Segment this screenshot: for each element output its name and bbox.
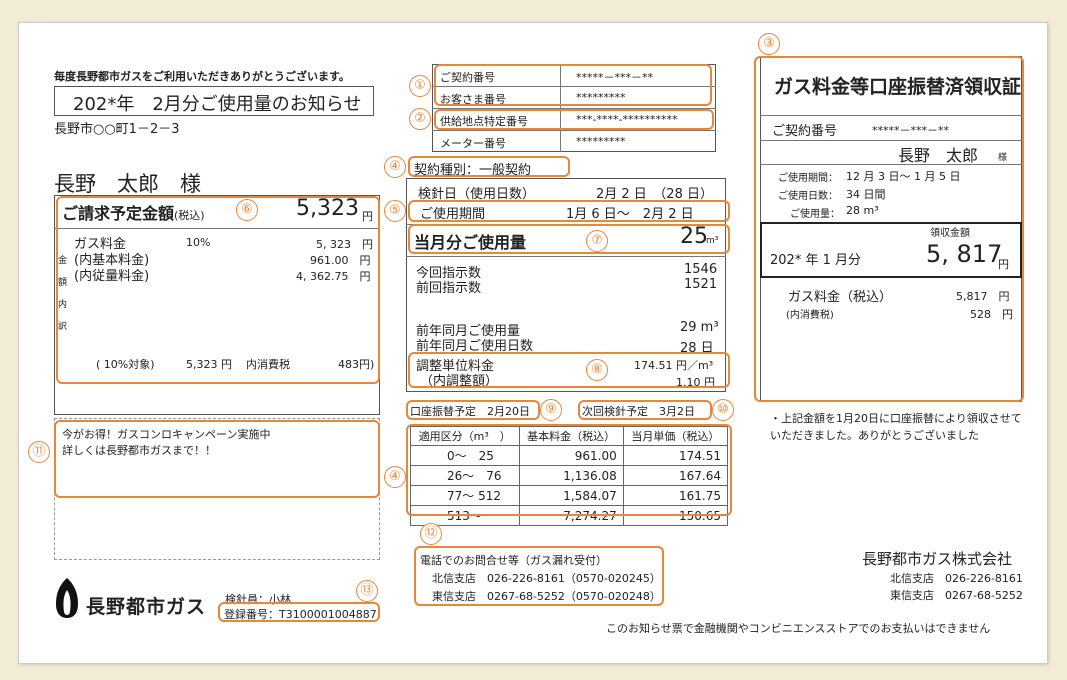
previous-reading-value: 1521 bbox=[684, 277, 718, 292]
highlight-contract-numbers bbox=[434, 64, 712, 106]
marker-7: ⑦ bbox=[586, 230, 608, 252]
highlight-contact bbox=[414, 546, 664, 606]
highlight-period bbox=[408, 200, 730, 222]
company-hokushin: 北信支店 026-226-8161 bbox=[890, 572, 1023, 585]
marker-9: ⑨ bbox=[540, 399, 562, 421]
company-name: 長野都市ガス株式会社 bbox=[862, 550, 1013, 568]
marker-10: ⑩ bbox=[712, 399, 734, 421]
receipt-note: ・上記金額を1月20日に口座振替により領収させていただきました。ありがとうござい… bbox=[770, 412, 1022, 442]
highlight-contract-type bbox=[408, 156, 570, 177]
notice-title-box: 202*年 2月分ご使用量のお知らせ bbox=[54, 86, 374, 116]
marker-13: ⑬ bbox=[356, 580, 378, 602]
highlight-billing bbox=[56, 196, 380, 384]
marker-3: ③ bbox=[758, 33, 780, 55]
greeting: 毎度長野都市ガスをご利用いただきありがとうございます。 bbox=[54, 70, 350, 83]
usage-divider-2 bbox=[406, 256, 726, 257]
highlight-adjust bbox=[408, 352, 730, 388]
marker-6: ⑥ bbox=[236, 199, 258, 221]
current-reading-value: 1546 bbox=[684, 262, 718, 277]
highlight-registration bbox=[218, 602, 380, 622]
contract-row-line-3 bbox=[432, 130, 716, 131]
marker-4-table: ④ bbox=[384, 466, 406, 488]
highlight-campaign bbox=[54, 420, 380, 498]
marker-5: ⑤ bbox=[384, 200, 406, 222]
marker-1: ① bbox=[409, 75, 431, 97]
highlight-transfer bbox=[406, 400, 540, 420]
meter-no-value: ********* bbox=[576, 135, 626, 148]
last-year-usage-value: 29 m³ bbox=[680, 320, 719, 335]
address: 長野市○○町1－2－3 bbox=[54, 122, 180, 137]
highlight-next-reading bbox=[578, 400, 712, 420]
marker-12: ⑫ bbox=[420, 523, 442, 545]
previous-reading-label: 前回指示数 bbox=[416, 281, 482, 296]
customer-name: 長野 太郎 様 bbox=[54, 172, 201, 196]
highlight-this-month bbox=[408, 224, 730, 254]
highlight-receipt bbox=[754, 56, 1024, 402]
marker-2: ② bbox=[409, 108, 431, 130]
notice-title: 202*年 2月分ご使用量のお知らせ bbox=[73, 94, 362, 115]
highlight-supply-point bbox=[434, 109, 714, 130]
marker-4: ④ bbox=[384, 156, 406, 178]
footer-note: このお知らせ票で金融機関やコンビニエンスストアでのお支払いはできません bbox=[606, 622, 991, 635]
marker-8: ⑧ bbox=[586, 359, 608, 381]
company-toshin: 東信支店 0267-68-5252 bbox=[890, 589, 1023, 602]
marker-11: ⑪ bbox=[28, 441, 50, 463]
meter-no-label: メーター番号 bbox=[440, 137, 506, 150]
highlight-rate-table bbox=[406, 424, 732, 516]
company-logo-text: 長野都市ガス bbox=[86, 596, 207, 618]
company-logo-icon bbox=[54, 576, 80, 624]
